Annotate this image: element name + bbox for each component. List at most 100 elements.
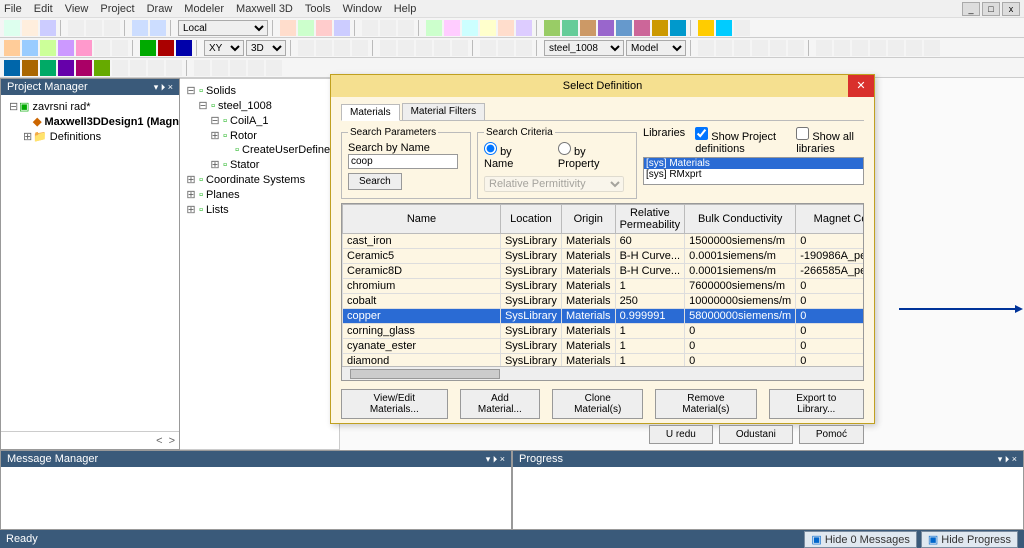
- model-tree-item[interactable]: ⊞ ▫ Coordinate Systems: [184, 172, 335, 187]
- table-hscroll[interactable]: [342, 366, 863, 380]
- menu-tools[interactable]: Tools: [305, 3, 331, 15]
- tool-icon[interactable]: [76, 60, 92, 76]
- tool-icon[interactable]: [444, 20, 460, 36]
- context-select[interactable]: Model: [626, 40, 686, 56]
- tool-icon[interactable]: [734, 40, 750, 56]
- help-button[interactable]: Pomoć: [799, 425, 864, 444]
- tool-icon[interactable]: [248, 60, 264, 76]
- tool-icon[interactable]: [716, 40, 732, 56]
- model-tree-item[interactable]: ⊞ ▫ Stator: [184, 157, 335, 172]
- material-row[interactable]: cast_ironSysLibraryMaterials601500000sie…: [343, 234, 864, 249]
- tool-icon[interactable]: [176, 40, 192, 56]
- tool-icon[interactable]: [194, 60, 210, 76]
- tool-icon[interactable]: [94, 40, 110, 56]
- model-tree-item[interactable]: ⊞ ▫ Planes: [184, 187, 335, 202]
- tool-icon[interactable]: [40, 60, 56, 76]
- tool-icon[interactable]: [480, 20, 496, 36]
- ok-button[interactable]: U redu: [649, 425, 713, 444]
- tool-icon[interactable]: [434, 40, 450, 56]
- tool-icon[interactable]: [598, 20, 614, 36]
- tool-icon[interactable]: [462, 20, 478, 36]
- open-icon[interactable]: [22, 20, 38, 36]
- next-icon[interactable]: >: [169, 435, 175, 447]
- tool-icon[interactable]: [158, 40, 174, 56]
- material-row[interactable]: copperSysLibraryMaterials0.9999915800000…: [343, 309, 864, 324]
- radio-by-name[interactable]: by Name: [484, 142, 544, 170]
- tab-material-filters[interactable]: Material Filters: [402, 103, 486, 120]
- minimize-button[interactable]: _: [962, 2, 980, 16]
- model-tree-item[interactable]: ▫ CreateUserDefinedPa: [184, 143, 335, 157]
- col-name[interactable]: Name: [343, 205, 501, 234]
- search-button[interactable]: Search: [348, 173, 402, 190]
- tool-icon[interactable]: [870, 40, 886, 56]
- tree-design[interactable]: ◆ Maxwell3DDesign1 (Magnetostatic)*: [5, 114, 175, 129]
- tool-icon[interactable]: [516, 20, 532, 36]
- material-row[interactable]: Ceramic5SysLibraryMaterialsB-H Curve...0…: [343, 249, 864, 264]
- model-tree-item[interactable]: ⊟ ▫ CoilA_1: [184, 113, 335, 128]
- pin-icon[interactable]: ▾ ⏵ ×: [154, 82, 173, 93]
- material-row[interactable]: cyanate_esterSysLibraryMaterials100: [343, 339, 864, 354]
- tool-icon[interactable]: [58, 40, 74, 56]
- undo-icon[interactable]: [132, 20, 148, 36]
- tool-icon[interactable]: [788, 40, 804, 56]
- tool-icon[interactable]: [334, 40, 350, 56]
- tool-icon[interactable]: [544, 20, 560, 36]
- tool-icon[interactable]: [616, 20, 632, 36]
- remove-materials-button[interactable]: Remove Material(s): [655, 389, 756, 419]
- dialog-close-button[interactable]: ✕: [848, 75, 874, 97]
- tool-icon[interactable]: [380, 40, 396, 56]
- project-tree[interactable]: ⊟▣ zavrsni rad* ◆ Maxwell3DDesign1 (Magn…: [1, 95, 179, 431]
- material-row[interactable]: diamondSysLibraryMaterials100: [343, 354, 864, 367]
- model-tree-item[interactable]: ⊟ ▫ steel_1008: [184, 98, 335, 113]
- redo-icon[interactable]: [150, 20, 166, 36]
- tool-icon[interactable]: [652, 20, 668, 36]
- tool-icon[interactable]: [634, 20, 650, 36]
- prev-icon[interactable]: <: [156, 435, 162, 447]
- tool-icon[interactable]: [498, 40, 514, 56]
- model-tree-item[interactable]: ⊟ ▫ Solids: [184, 83, 335, 98]
- menu-draw[interactable]: Draw: [147, 3, 173, 15]
- tool-icon[interactable]: [148, 60, 164, 76]
- tool-icon[interactable]: [452, 40, 468, 56]
- pin-icon[interactable]: ▾ ⏵ ×: [486, 454, 505, 465]
- model-tree-item[interactable]: ⊞ ▫ Lists: [184, 202, 335, 217]
- tool-icon[interactable]: [58, 60, 74, 76]
- export-library-button[interactable]: Export to Library...: [769, 389, 865, 419]
- menu-window[interactable]: Window: [343, 3, 382, 15]
- cancel-button[interactable]: Odustani: [719, 425, 793, 444]
- material-row[interactable]: chromiumSysLibraryMaterials17600000sieme…: [343, 279, 864, 294]
- tool-icon[interactable]: [76, 40, 92, 56]
- tool-icon[interactable]: [516, 40, 532, 56]
- tool-icon[interactable]: [40, 40, 56, 56]
- tool-icon[interactable]: [498, 20, 514, 36]
- tool-icon[interactable]: [298, 40, 314, 56]
- tool-icon[interactable]: [212, 60, 228, 76]
- tool-icon[interactable]: [426, 20, 442, 36]
- tool-icon[interactable]: [670, 20, 686, 36]
- model-tree-item[interactable]: ⊞ ▫ Rotor: [184, 128, 335, 143]
- tool-icon[interactable]: [4, 40, 20, 56]
- tool-icon[interactable]: [94, 60, 110, 76]
- tool-icon[interactable]: [562, 20, 578, 36]
- tool-icon[interactable]: [888, 40, 904, 56]
- tool-icon[interactable]: [280, 20, 296, 36]
- tool-icon[interactable]: [166, 60, 182, 76]
- property-select[interactable]: Relative Permittivity: [484, 176, 624, 192]
- tool-icon[interactable]: [852, 40, 868, 56]
- new-icon[interactable]: [4, 20, 20, 36]
- tool-icon[interactable]: [380, 20, 396, 36]
- tree-project-root[interactable]: ⊟▣ zavrsni rad*: [5, 99, 175, 114]
- lib-item-sys-rmxprt[interactable]: [sys] RMxprt: [644, 169, 863, 180]
- col-permeability[interactable]: Relative Permeability: [615, 205, 685, 234]
- chk-show-all[interactable]: Show all libraries: [796, 127, 864, 155]
- coord-system-select[interactable]: Local: [178, 20, 268, 36]
- tool-icon[interactable]: [716, 20, 732, 36]
- tool-icon[interactable]: [752, 40, 768, 56]
- save-icon[interactable]: [40, 20, 56, 36]
- tool-icon[interactable]: [906, 40, 922, 56]
- menu-maxwell3d[interactable]: Maxwell 3D: [236, 3, 293, 15]
- hide-progress-button[interactable]: ▣ Hide Progress: [921, 531, 1018, 548]
- material-row[interactable]: corning_glassSysLibraryMaterials100: [343, 324, 864, 339]
- tool-icon[interactable]: [22, 60, 38, 76]
- radio-by-property[interactable]: by Property: [558, 142, 630, 170]
